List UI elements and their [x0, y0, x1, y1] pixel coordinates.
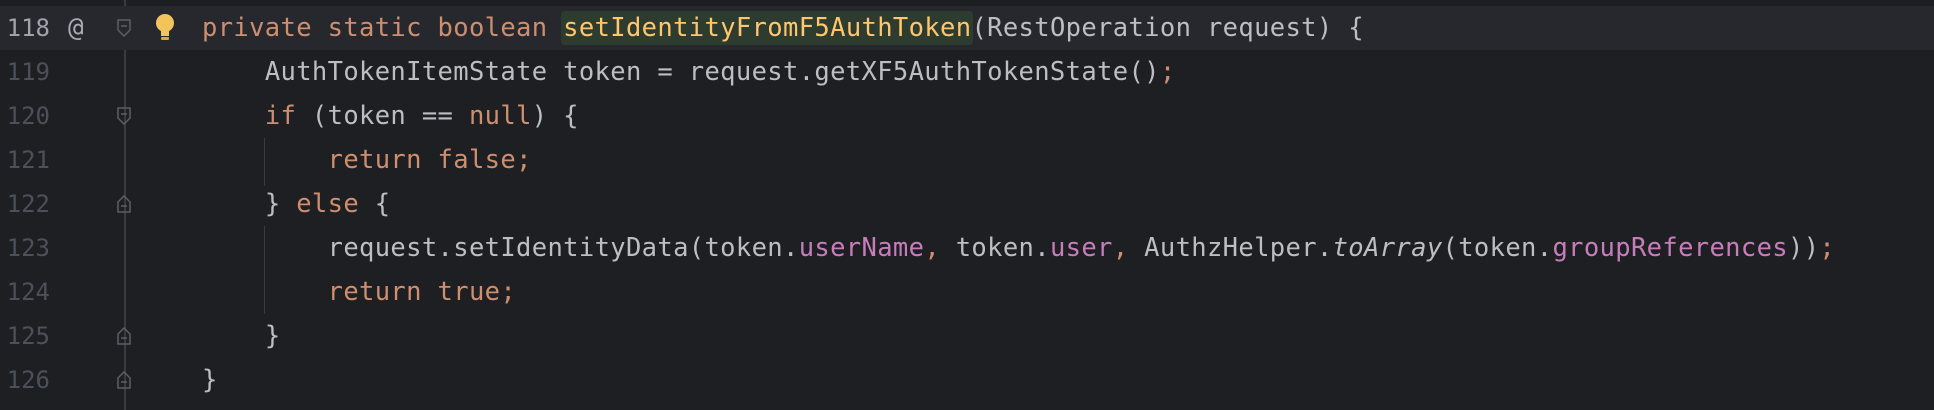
code-text[interactable]: if (token == null) { — [202, 101, 579, 131]
code-text[interactable]: } else { — [202, 189, 390, 219]
code-line-122[interactable]: 122 } else { — [0, 182, 1934, 226]
code-line-126[interactable]: 126 } — [0, 358, 1934, 402]
code-token: (token. — [1442, 233, 1553, 263]
code-token: ; — [500, 277, 517, 307]
code-line-118[interactable]: 118 @ private static boolean setIdentity… — [0, 6, 1934, 50]
code-token: } — [264, 189, 297, 219]
fold-end-icon[interactable] — [117, 195, 131, 213]
code-text[interactable]: private static boolean setIdentityFromF5… — [202, 13, 1364, 43]
code-token: } — [202, 365, 218, 395]
code-token: else — [296, 189, 360, 219]
code-token: token. — [940, 233, 1050, 263]
code-token: AuthTokenItemState token = request.getXF… — [264, 57, 1160, 87]
code-editor[interactable]: 118 @ private static boolean setIdentity… — [0, 0, 1934, 410]
code-token: if — [264, 101, 297, 131]
code-token: AuthzHelper. — [1128, 233, 1333, 263]
code-text[interactable]: AuthTokenItemState token = request.getXF… — [202, 57, 1176, 87]
code-token: boolean — [437, 13, 548, 43]
code-token: private — [202, 13, 312, 43]
code-token: { — [359, 189, 391, 219]
code-text[interactable]: } — [202, 321, 281, 351]
code-line-125[interactable]: 125 } — [0, 314, 1934, 358]
code-token: (RestOperation request) { — [971, 13, 1364, 43]
code-line-124[interactable]: 124 return true; — [0, 270, 1934, 314]
code-text[interactable]: request.setIdentityData(token.userName, … — [202, 233, 1835, 263]
code-text[interactable]: return true; — [202, 277, 516, 307]
fold-collapse-icon[interactable] — [117, 107, 131, 125]
line-number[interactable]: 125 — [0, 322, 50, 350]
code-line-120[interactable]: 120 if (token == null) { — [0, 94, 1934, 138]
code-token: setIdentityFromF5AuthToken — [563, 13, 972, 43]
code-token: return — [327, 145, 422, 175]
code-token: user — [1049, 233, 1113, 263]
code-token: request.setIdentityData(token. — [327, 233, 799, 263]
code-text[interactable]: return false; — [202, 145, 532, 175]
code-token: userName — [798, 233, 925, 263]
code-token: , — [1112, 233, 1129, 263]
code-token: ) { — [531, 101, 579, 131]
code-token: true — [437, 277, 501, 307]
code-token: static — [327, 13, 422, 43]
code-text[interactable]: } — [202, 365, 218, 395]
line-number[interactable]: 121 — [0, 146, 50, 174]
code-token: )) — [1788, 233, 1820, 263]
code-token: , — [924, 233, 941, 263]
code-token: false — [437, 145, 517, 175]
code-token: ; — [516, 145, 532, 175]
code-token: } — [264, 321, 281, 351]
lightbulb-icon[interactable] — [152, 11, 178, 45]
fold-end-icon[interactable] — [117, 327, 131, 345]
code-token: null — [468, 101, 532, 131]
code-token: groupReferences — [1552, 233, 1788, 263]
line-number[interactable]: 118 — [0, 14, 50, 42]
code-line-121[interactable]: 121 return false; — [0, 138, 1934, 182]
line-number[interactable]: 124 — [0, 278, 50, 306]
line-number[interactable]: 122 — [0, 190, 50, 218]
code-line-119[interactable]: 119 AuthTokenItemState token = request.g… — [0, 50, 1934, 94]
code-token: ; — [1819, 233, 1836, 263]
code-line-123[interactable]: 123 request.setIdentityData(token.userNa… — [0, 226, 1934, 270]
code-token: toArray — [1332, 233, 1443, 263]
code-token: (token == — [296, 101, 469, 131]
code-token: ; — [1159, 57, 1176, 87]
line-number[interactable]: 119 — [0, 58, 50, 86]
code-token: return — [327, 277, 422, 307]
fold-end-icon[interactable] — [117, 371, 131, 389]
fold-collapse-icon[interactable] — [117, 19, 131, 37]
line-number[interactable]: 126 — [0, 366, 50, 394]
line-number[interactable]: 123 — [0, 234, 50, 262]
override-marker-icon[interactable]: @ — [68, 13, 84, 43]
line-number[interactable]: 120 — [0, 102, 50, 130]
